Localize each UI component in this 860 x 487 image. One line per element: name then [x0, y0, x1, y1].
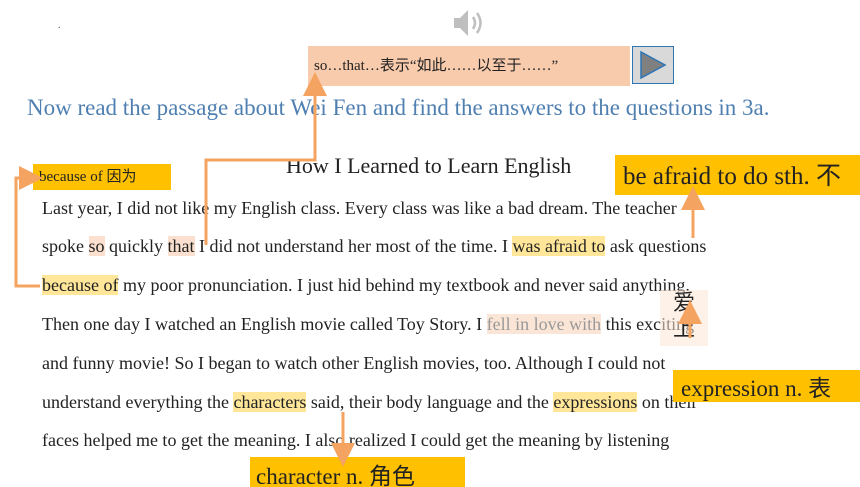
arrow-that-to-note: [204, 72, 327, 245]
arrow-because-to-note: [14, 166, 43, 288]
annotation-arrows: [14, 72, 705, 467]
